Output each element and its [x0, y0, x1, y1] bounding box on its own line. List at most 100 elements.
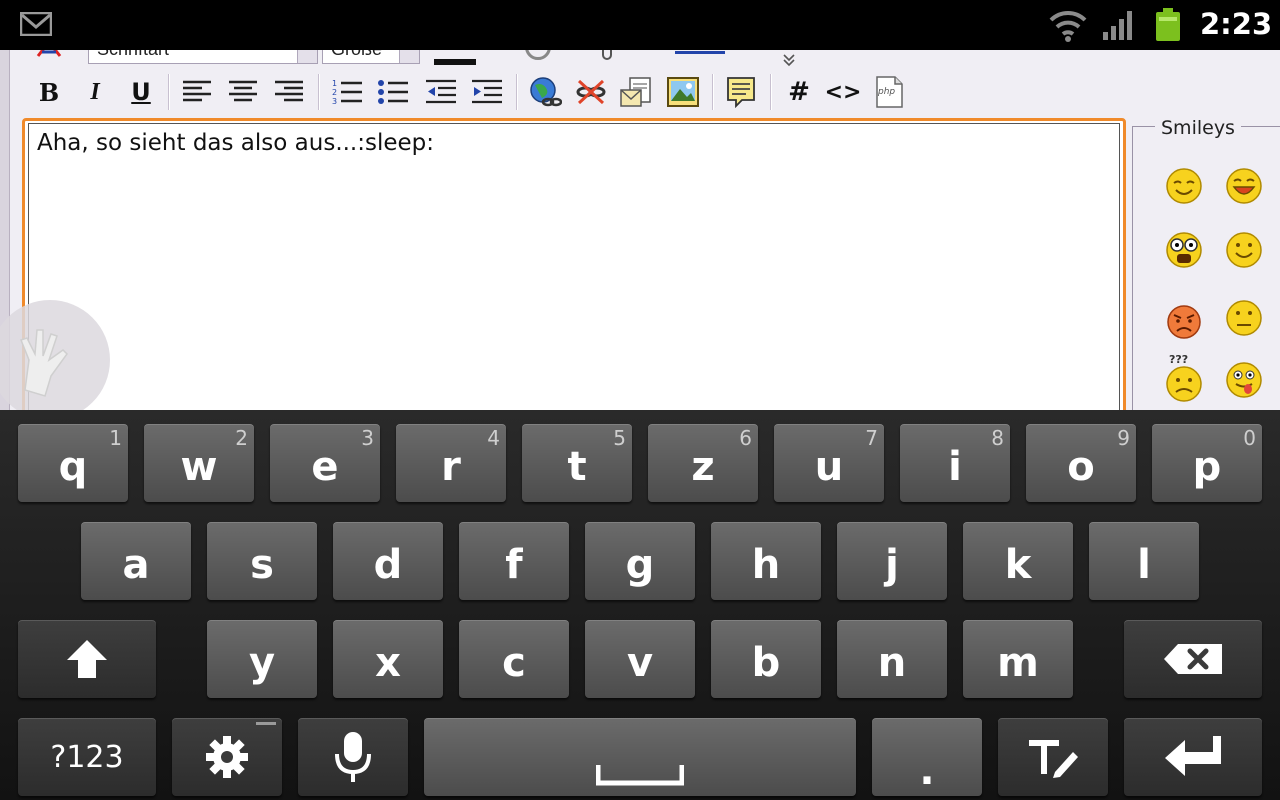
insert-image-button[interactable] — [666, 74, 700, 110]
expand-down-icon[interactable] — [783, 52, 795, 67]
confused-icon[interactable] — [1165, 365, 1203, 403]
font-size-select[interactable]: Größe — [322, 50, 420, 64]
globe-link-icon — [530, 77, 562, 107]
key-s[interactable]: s — [207, 522, 317, 600]
key-label: q — [58, 444, 88, 490]
chevron-down-icon — [399, 50, 419, 63]
align-right-button[interactable] — [272, 74, 306, 110]
key-p[interactable]: 0p — [1152, 424, 1262, 502]
key-hint: 7 — [865, 426, 878, 450]
key-z[interactable]: 6z — [648, 424, 758, 502]
key-label: l — [1137, 542, 1151, 588]
key-label: a — [122, 542, 150, 588]
battery-icon — [1156, 8, 1180, 41]
key-b[interactable]: b — [711, 620, 821, 698]
key-n[interactable]: n — [837, 620, 947, 698]
remove-link-button[interactable] — [574, 74, 608, 110]
svg-text:1: 1 — [332, 79, 337, 88]
key-x[interactable]: x — [333, 620, 443, 698]
font-family-select[interactable]: Schriftart — [88, 50, 318, 64]
key-label: c — [502, 640, 526, 686]
key-v[interactable]: v — [585, 620, 695, 698]
font-family-value: Schriftart — [97, 50, 169, 59]
message-editor[interactable]: Aha, so sieht das also aus...:sleep: — [22, 118, 1126, 410]
key-hint: 5 — [613, 426, 626, 450]
key-d[interactable]: d — [333, 522, 443, 600]
key-a[interactable]: a — [81, 522, 191, 600]
key-f[interactable]: f — [459, 522, 569, 600]
font-color-icon[interactable] — [34, 50, 64, 64]
key-hint: 9 — [1117, 426, 1130, 450]
key-label: w — [180, 444, 218, 490]
indent-button[interactable] — [470, 74, 504, 110]
key-label: . — [919, 748, 935, 794]
key-k[interactable]: k — [963, 522, 1073, 600]
insert-email-button[interactable] — [620, 74, 654, 110]
key-hint: 3 — [361, 426, 374, 450]
angry-icon[interactable] — [1165, 303, 1203, 341]
key-g[interactable]: g — [585, 522, 695, 600]
unordered-list-button[interactable] — [376, 74, 410, 110]
key-hint: 6 — [739, 426, 752, 450]
message-text: Aha, so sieht das also aus...:sleep: — [37, 130, 435, 156]
align-left-button[interactable] — [180, 74, 214, 110]
symbols-key[interactable]: ?123 — [18, 718, 156, 796]
key-y[interactable]: y — [207, 620, 317, 698]
html-code-button[interactable]: <> — [825, 74, 862, 110]
hand-icon — [20, 329, 68, 397]
space-key[interactable] — [424, 718, 856, 796]
key-h[interactable]: h — [711, 522, 821, 600]
key-e[interactable]: 3e — [270, 424, 380, 502]
key-r[interactable]: 4r — [396, 424, 506, 502]
italic-button[interactable]: I — [78, 74, 112, 110]
worried-icon[interactable] — [1225, 299, 1263, 337]
wifi-icon — [1049, 10, 1087, 42]
tongue-icon[interactable] — [1225, 361, 1263, 399]
laugh-icon[interactable] — [1225, 167, 1263, 205]
enter-key[interactable] — [1124, 718, 1262, 796]
toolbar-separator — [712, 74, 714, 110]
settings-key[interactable] — [172, 718, 282, 796]
php-code-button[interactable]: php — [872, 74, 906, 110]
key-w[interactable]: 2w — [144, 424, 254, 502]
key-q[interactable]: 1q — [18, 424, 128, 502]
voice-input-key[interactable] — [298, 718, 408, 796]
key-o[interactable]: 9o — [1026, 424, 1136, 502]
underline-button[interactable]: U — [124, 74, 158, 110]
text-edit-key[interactable] — [998, 718, 1108, 796]
bold-button[interactable]: B — [32, 74, 66, 110]
backspace-icon — [1164, 644, 1222, 674]
ordered-list-icon: 123 — [332, 79, 362, 106]
key-label: b — [751, 640, 781, 686]
svg-text:3: 3 — [332, 97, 337, 106]
ordered-list-button[interactable]: 123 — [330, 74, 364, 110]
key-i[interactable]: 8i — [900, 424, 1010, 502]
undo-redo-icon[interactable] — [675, 50, 725, 54]
mail-icon — [620, 77, 651, 107]
smile-icon[interactable] — [1165, 167, 1203, 205]
image-icon — [667, 77, 699, 107]
shocked-icon[interactable] — [1165, 231, 1203, 269]
key-label: s — [250, 542, 274, 588]
key-l[interactable]: l — [1089, 522, 1199, 600]
key-c[interactable]: c — [459, 620, 569, 698]
message-textarea[interactable]: Aha, so sieht das also aus...:sleep: — [28, 123, 1120, 410]
happy-icon[interactable] — [1225, 231, 1263, 269]
key-j[interactable]: j — [837, 522, 947, 600]
key-m[interactable]: m — [963, 620, 1073, 698]
align-center-button[interactable] — [226, 74, 260, 110]
signal-icon — [1103, 11, 1132, 40]
color-picker-icon[interactable] — [525, 50, 551, 60]
shift-key[interactable] — [18, 620, 156, 698]
indent-icon — [472, 79, 502, 104]
insert-link-button[interactable] — [528, 74, 562, 110]
period-key[interactable]: . — [872, 718, 982, 796]
outdent-button[interactable] — [424, 74, 458, 110]
backspace-key[interactable] — [1124, 620, 1262, 698]
attachment-icon[interactable] — [602, 50, 612, 60]
text-color-bar[interactable] — [434, 59, 476, 65]
key-t[interactable]: 5t — [522, 424, 632, 502]
key-u[interactable]: 7u — [774, 424, 884, 502]
hash-code-button[interactable]: # — [782, 74, 816, 110]
quote-button[interactable] — [724, 74, 758, 110]
